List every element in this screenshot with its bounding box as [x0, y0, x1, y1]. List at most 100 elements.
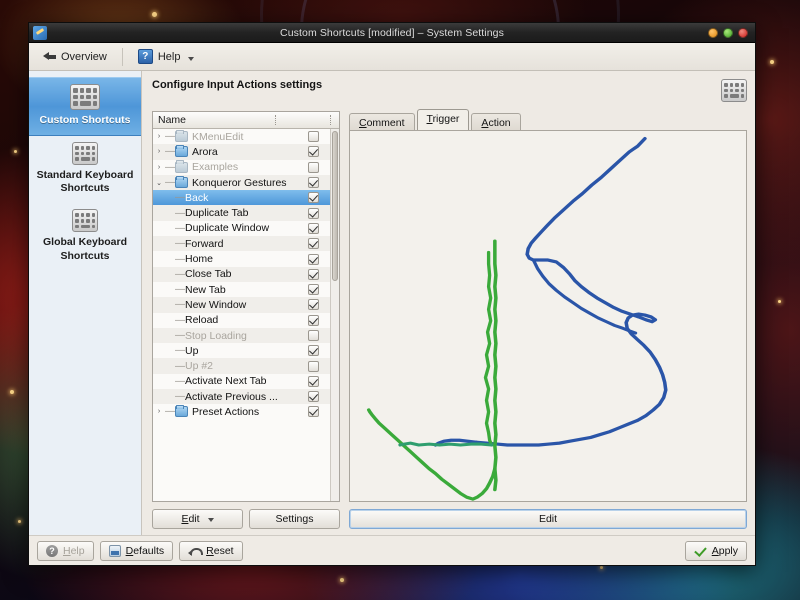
column-grip[interactable] — [275, 115, 276, 125]
tree-rows[interactable]: ›—KMenuEdit›—Arora›—Examples⌄—Konqueror … — [153, 129, 339, 501]
row-checkbox[interactable] — [308, 391, 319, 402]
help-label: Help — [158, 51, 181, 63]
tree-branch-line: — — [175, 299, 185, 310]
expander-icon[interactable]: › — [153, 148, 165, 155]
actions-tree-column: Name ›—KMenuEdit›—Arora›—Examples⌄—Konqu… — [152, 111, 340, 529]
tree-column-header[interactable]: Name — [153, 112, 339, 129]
row-checkbox[interactable] — [308, 146, 319, 157]
folder-icon — [175, 162, 188, 173]
tree-branch-line: — — [165, 146, 175, 157]
table-row[interactable]: —New Window — [153, 297, 339, 312]
table-row[interactable]: —Up #2 — [153, 358, 339, 373]
tree-row-label: Back — [185, 192, 308, 204]
table-row[interactable]: —Reload — [153, 313, 339, 328]
row-checkbox[interactable] — [308, 345, 319, 356]
gesture-stroke-green-branch — [485, 252, 491, 445]
row-checkbox[interactable] — [308, 192, 319, 203]
dialog-footer: ? Help Defaults Reset Apply — [29, 535, 755, 565]
table-row[interactable]: —New Tab — [153, 282, 339, 297]
close-button[interactable] — [738, 28, 748, 38]
table-row[interactable]: —Duplicate Tab — [153, 205, 339, 220]
tree-row-label: Activate Next Tab — [185, 375, 308, 387]
footer-help-button[interactable]: ? Help — [37, 541, 94, 561]
tree-row-label: Close Tab — [185, 268, 308, 280]
sidebar-item-global-keyboard-shortcuts[interactable]: Global Keyboard Shortcuts — [29, 203, 141, 270]
settings-button[interactable]: Settings — [249, 509, 340, 529]
edit-menu-button[interactable]: Edit — [152, 509, 243, 529]
tab-trigger[interactable]: Trigger — [417, 109, 470, 130]
footer-apply-button[interactable]: Apply — [685, 541, 747, 561]
table-row[interactable]: —Back — [153, 190, 339, 205]
row-checkbox[interactable] — [308, 131, 319, 142]
row-checkbox[interactable] — [308, 177, 319, 188]
table-row[interactable]: —Up — [153, 343, 339, 358]
sidebar-item-standard-keyboard-shortcuts[interactable]: Standard Keyboard Shortcuts — [29, 136, 141, 203]
row-checkbox[interactable] — [308, 406, 319, 417]
row-checkbox[interactable] — [308, 208, 319, 219]
footer-reset-button[interactable]: Reset — [179, 541, 242, 561]
maximize-button[interactable] — [723, 28, 733, 38]
tree-branch-line: — — [175, 361, 185, 372]
gesture-strokes — [350, 131, 746, 501]
table-row[interactable]: ›—Examples — [153, 160, 339, 175]
wallpaper-star — [778, 300, 781, 303]
table-row[interactable]: —Forward — [153, 236, 339, 251]
sidebar-item-custom-shortcuts[interactable]: Custom Shortcuts — [29, 77, 141, 136]
window-titlebar[interactable]: Custom Shortcuts [modified] – System Set… — [29, 23, 755, 43]
actions-tree[interactable]: Name ›—KMenuEdit›—Arora›—Examples⌄—Konqu… — [152, 111, 340, 502]
gesture-edit-button[interactable]: Edit — [349, 509, 747, 529]
row-checkbox[interactable] — [308, 223, 319, 234]
systemsettings-icon — [33, 26, 47, 40]
table-row[interactable]: ⌄—Konqueror Gestures — [153, 175, 339, 190]
row-checkbox[interactable] — [308, 284, 319, 295]
row-checkbox[interactable] — [308, 238, 319, 249]
window-title: Custom Shortcuts [modified] – System Set… — [29, 27, 755, 39]
table-row[interactable]: ›—Preset Actions — [153, 404, 339, 419]
system-settings-window: Custom Shortcuts [modified] – System Set… — [28, 22, 756, 566]
footer-reset-label: Reset — [206, 545, 233, 557]
expander-icon[interactable]: › — [153, 408, 165, 415]
table-row[interactable]: —Activate Next Tab — [153, 374, 339, 389]
help-button[interactable]: ? Help — [130, 46, 203, 67]
row-checkbox[interactable] — [308, 330, 319, 341]
footer-defaults-button[interactable]: Defaults — [100, 541, 174, 561]
minimize-button[interactable] — [708, 28, 718, 38]
table-row[interactable]: —Activate Previous ... — [153, 389, 339, 404]
row-checkbox[interactable] — [308, 376, 319, 387]
table-row[interactable]: ›—Arora — [153, 144, 339, 159]
chevron-down-icon[interactable] — [208, 518, 214, 522]
tree-row-label: Up — [185, 345, 308, 357]
sidebar-item-label: Custom Shortcuts — [33, 114, 137, 127]
tree-row-label: Duplicate Window — [185, 222, 308, 234]
edit-button-label: Edit — [181, 513, 199, 525]
keyboard-icon — [721, 79, 747, 102]
row-checkbox[interactable] — [308, 162, 319, 173]
expander-icon[interactable]: ⌄ — [153, 179, 165, 187]
tree-branch-line: — — [165, 131, 175, 142]
row-checkbox[interactable] — [308, 269, 319, 280]
tree-vertical-scrollbar[interactable] — [330, 129, 339, 501]
gesture-preview-canvas[interactable] — [349, 130, 747, 502]
table-row[interactable]: ›—KMenuEdit — [153, 129, 339, 144]
chevron-down-icon[interactable] — [188, 57, 194, 61]
overview-button[interactable]: Overview — [35, 48, 115, 66]
tree-row-label: Stop Loading — [185, 330, 308, 342]
tree-branch-line: — — [175, 330, 185, 341]
table-row[interactable]: —Close Tab — [153, 267, 339, 282]
tree-row-label: Forward — [185, 238, 308, 250]
tree-column-header-label: Name — [158, 114, 186, 126]
row-checkbox[interactable] — [308, 361, 319, 372]
expander-icon[interactable]: › — [153, 164, 165, 171]
gesture-stroke-green-tail — [400, 443, 492, 445]
tree-branch-line: — — [175, 238, 185, 249]
table-row[interactable]: —Stop Loading — [153, 328, 339, 343]
table-row[interactable]: —Home — [153, 251, 339, 266]
column-grip[interactable] — [330, 115, 331, 125]
gesture-stroke-blue — [476, 139, 666, 445]
table-row[interactable]: —Duplicate Window — [153, 221, 339, 236]
row-checkbox[interactable] — [308, 315, 319, 326]
row-checkbox[interactable] — [308, 254, 319, 265]
row-checkbox[interactable] — [308, 299, 319, 310]
expander-icon[interactable]: › — [153, 133, 165, 140]
scrollbar-thumb[interactable] — [332, 131, 338, 281]
